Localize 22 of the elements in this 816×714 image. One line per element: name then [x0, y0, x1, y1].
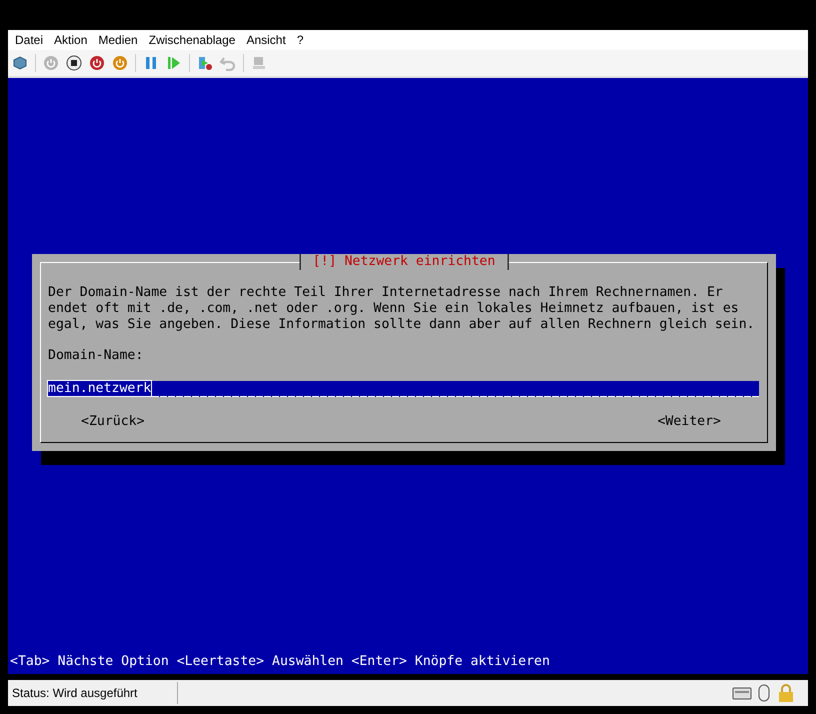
power-icon[interactable]	[112, 55, 128, 71]
input-field[interactable]: mein.netzwerk	[48, 381, 759, 397]
menu-item[interactable]: Medien	[98, 33, 143, 47]
status-text: Status: Wird ausgeführt	[8, 682, 178, 704]
stop-icon[interactable]	[66, 55, 82, 71]
pause-icon[interactable]	[143, 55, 159, 71]
field-label: Domain-Name:	[48, 348, 144, 364]
menu-item[interactable]: Zwischenablage	[148, 33, 240, 47]
dialog-text: Der Domain-Name ist der rechte Teil Ihrer Internetadresse nach Ihrem Rechnernamen. Er endet oft mit .de, .com, .net oder .org. Wenn Sie ein lokales Heimnetz aufbauen, ist es egal, was Sie angeben. Diese Information sollte dann aber auf allen Rechnern gleich sein.	[48, 285, 756, 333]
menu-item[interactable]: Datei	[15, 33, 48, 47]
menu-item[interactable]: ?	[296, 33, 308, 47]
menu-item[interactable]: Aktion	[54, 33, 92, 47]
nav-button[interactable]: <Weiter>	[657, 414, 721, 430]
undo-icon[interactable]	[220, 55, 236, 71]
help-line: <Tab> Nächste Option <Leertaste> Auswählen <Enter> Knöpfe aktivieren	[9, 654, 551, 670]
computer-icon[interactable]	[251, 55, 267, 71]
play-icon[interactable]	[166, 55, 182, 71]
lock-icon	[776, 683, 796, 703]
dialog-title: [!] Netzwerk einrichten	[300, 254, 508, 270]
menu-item[interactable]: Ansicht	[246, 33, 291, 47]
nav-button[interactable]: <Zurück>	[81, 414, 145, 430]
power-icon[interactable]	[89, 55, 105, 71]
